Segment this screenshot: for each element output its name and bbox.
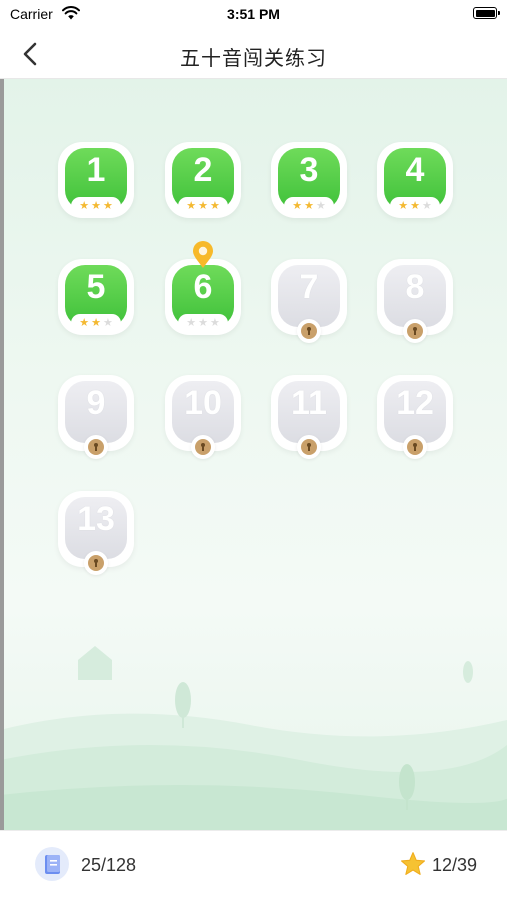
level-tile-4[interactable]: 4 ★ ★ ★ (377, 142, 453, 226)
level-number: 2 (193, 151, 213, 189)
level-number: 12 (396, 384, 434, 422)
star-filled-icon: ★ (91, 316, 101, 329)
star-filled-icon: ★ (304, 199, 314, 212)
level-star-rating: ★ ★ ★ (284, 197, 334, 215)
lock-icon (297, 435, 321, 459)
page-title: 五十音闯关练习 (180, 48, 327, 70)
star-filled-icon: ★ (209, 199, 220, 212)
level-tile-6[interactable]: 6 ★ ★ ★ (165, 241, 241, 343)
stars-count: 12/39 (432, 855, 478, 875)
star-filled-icon: ★ (292, 199, 303, 212)
book-icon (35, 847, 69, 881)
star-filled-icon: ★ (79, 199, 90, 212)
level-number: 11 (291, 384, 327, 422)
star-icon (400, 852, 426, 875)
level-star-rating: ★ ★ ★ (178, 314, 228, 332)
lock-icon (297, 319, 321, 343)
level-number: 10 (184, 384, 222, 422)
level-star-rating: ★ ★ ★ (390, 197, 440, 215)
status-bar: Carrier 3:51 PM (0, 0, 507, 30)
lock-icon (191, 435, 215, 459)
scroll-edge-divider (0, 79, 4, 830)
level-number: 3 (299, 151, 319, 189)
star-empty-icon: ★ (315, 199, 326, 212)
level-map: 1 ★ ★ ★ 2 ★ ★ ★ 3 ★ ★ ★ 4 ★ ★ ★ 5 ★ ★ ★ 6 ★ ★ ★ 7 8 9 10 11 12 13 (0, 79, 507, 830)
star-empty-icon: ★ (421, 199, 432, 212)
level-tile-12[interactable]: 12 (377, 375, 453, 459)
star-filled-icon: ★ (410, 199, 420, 212)
level-number: 9 (86, 384, 106, 422)
lock-icon (403, 435, 427, 459)
level-number: 6 (193, 268, 213, 306)
level-number: 7 (299, 268, 319, 306)
battery-icon (473, 7, 500, 19)
star-filled-icon: ★ (91, 199, 101, 212)
level-star-rating: ★ ★ ★ (71, 314, 121, 332)
level-tile-8[interactable]: 8 (377, 259, 453, 343)
clock: 3:51 PM (227, 6, 280, 22)
level-star-rating: ★ ★ ★ (71, 197, 121, 215)
level-number: 13 (77, 500, 115, 538)
level-tile-3[interactable]: 3 ★ ★ ★ (271, 142, 347, 226)
level-tile-1[interactable]: 1 ★ ★ ★ (58, 142, 134, 226)
star-filled-icon: ★ (198, 199, 208, 212)
level-tile-13[interactable]: 13 (58, 491, 134, 575)
star-empty-icon: ★ (209, 316, 220, 329)
lock-icon (84, 551, 108, 575)
star-filled-icon: ★ (186, 199, 197, 212)
level-tile-7[interactable]: 7 (271, 259, 347, 343)
progress-footer: 25/128 12/39 (0, 830, 507, 901)
learned-count: 25/128 (81, 855, 137, 875)
star-filled-icon: ★ (398, 199, 409, 212)
hills-background (0, 646, 507, 830)
level-star-rating: ★ ★ ★ (178, 197, 228, 215)
star-filled-icon: ★ (79, 316, 90, 329)
current-location-pin-icon (193, 241, 213, 268)
star-filled-icon: ★ (102, 199, 113, 212)
level-number: 8 (405, 268, 425, 306)
level-number: 4 (405, 151, 425, 189)
star-empty-icon: ★ (198, 316, 208, 329)
level-number: 5 (86, 268, 106, 306)
level-tile-10[interactable]: 10 (165, 375, 241, 459)
level-number: 1 (86, 151, 106, 189)
level-tile-5[interactable]: 5 ★ ★ ★ (58, 259, 134, 343)
star-empty-icon: ★ (102, 316, 113, 329)
level-tile-9[interactable]: 9 (58, 375, 134, 459)
level-tile-11[interactable]: 11 (271, 375, 347, 459)
level-tile-2[interactable]: 2 ★ ★ ★ (165, 142, 241, 226)
lock-icon (403, 319, 427, 343)
star-empty-icon: ★ (186, 316, 197, 329)
navigation-bar: 五十音闯关练习 (0, 30, 507, 79)
lock-icon (84, 435, 108, 459)
